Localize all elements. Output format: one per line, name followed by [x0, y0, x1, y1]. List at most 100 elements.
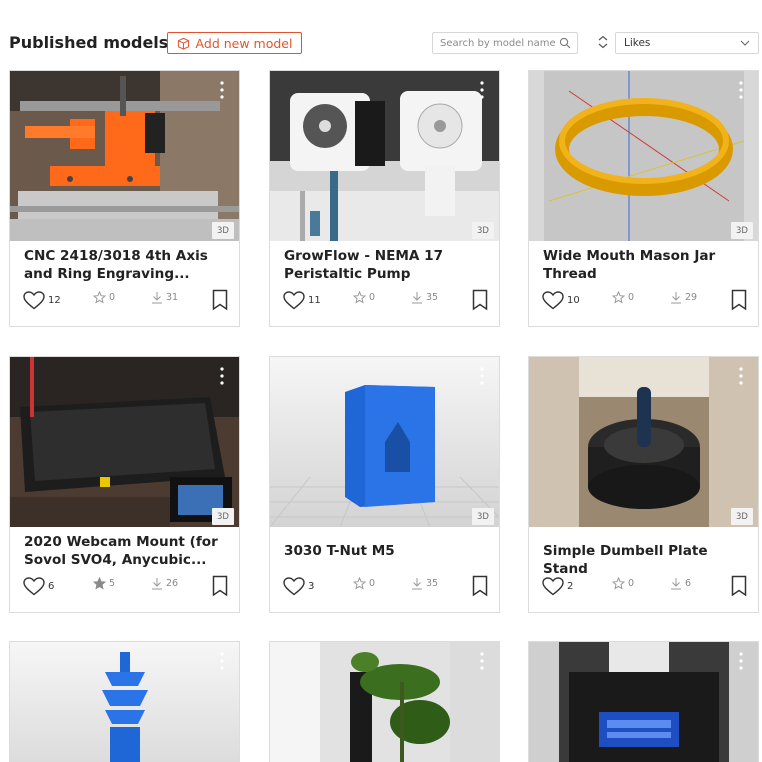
more-options-icon[interactable]	[739, 367, 743, 385]
chevron-down-icon	[740, 40, 750, 46]
more-options-icon[interactable]	[739, 81, 743, 99]
download-stat: 29	[670, 291, 697, 304]
star-rating[interactable]: 0	[353, 577, 375, 590]
model-card[interactable]: 3D Wide Mouth Mason Jar Thread 10 0 29	[528, 70, 759, 327]
model-thumbnail[interactable]	[529, 357, 758, 527]
heart-icon	[283, 577, 305, 596]
model-card[interactable]: 3D 3030 T-Nut M5 3 0 35	[269, 356, 500, 613]
more-options-icon[interactable]	[480, 81, 484, 99]
more-options-icon[interactable]	[220, 652, 224, 670]
star-rating[interactable]: 0	[612, 577, 634, 590]
download-count: 35	[426, 578, 439, 589]
heart-icon	[23, 577, 45, 596]
3d-badge: 3D	[472, 222, 494, 239]
model-card[interactable]: 3D 2020 Webcam Mount (for Sovol SVO4, An…	[9, 356, 240, 613]
model-stats: 10 0 29	[542, 289, 747, 313]
download-count: 35	[426, 292, 439, 303]
model-card[interactable]	[269, 641, 500, 762]
star-count: 0	[109, 292, 116, 303]
star-count: 0	[369, 578, 376, 589]
star-rating[interactable]: 0	[353, 291, 375, 304]
download-stat: 6	[670, 577, 691, 590]
star-icon	[93, 291, 106, 304]
download-count: 29	[685, 292, 698, 303]
model-stats: 6 5 26	[23, 575, 228, 599]
model-card[interactable]: 3D GrowFlow - NEMA 17 Peristaltic Pump 1…	[269, 70, 500, 327]
like-button[interactable]: 2	[542, 577, 573, 596]
more-options-icon[interactable]	[480, 367, 484, 385]
model-stats: 12 0 31	[23, 289, 228, 313]
model-title[interactable]: Simple Dumbell Plate Stand	[543, 542, 748, 578]
download-icon	[671, 292, 681, 304]
3d-badge: 3D	[731, 508, 753, 525]
star-icon	[612, 577, 625, 590]
heart-icon	[542, 291, 564, 310]
model-card[interactable]	[528, 641, 759, 762]
add-new-model-label: Add new model	[195, 35, 293, 51]
3d-badge: 3D	[212, 222, 234, 239]
search-icon[interactable]	[559, 37, 571, 49]
like-count: 12	[48, 295, 61, 306]
model-thumbnail[interactable]	[10, 357, 239, 527]
star-rating[interactable]: 0	[93, 291, 115, 304]
page-title: Published models	[9, 33, 169, 52]
model-thumbnail[interactable]	[529, 71, 758, 241]
like-button[interactable]: 6	[23, 577, 54, 596]
more-options-icon[interactable]	[220, 81, 224, 99]
like-button[interactable]: 12	[23, 291, 61, 310]
model-title[interactable]: 2020 Webcam Mount (for Sovol SVO4, Anycu…	[24, 533, 229, 569]
model-title[interactable]: 3030 T-Nut M5	[284, 542, 489, 560]
model-card[interactable]: 3D CNC 2418/3018 4th Axis and Ring Engra…	[9, 70, 240, 327]
download-stat: 35	[411, 291, 438, 304]
model-card[interactable]: 3D Simple Dumbell Plate Stand 2 0 6	[528, 356, 759, 613]
model-thumbnail[interactable]	[10, 71, 239, 241]
download-icon	[412, 292, 422, 304]
model-thumbnail[interactable]	[270, 642, 499, 762]
heart-icon	[283, 291, 305, 310]
add-new-model-button[interactable]: Add new model	[167, 32, 302, 54]
3d-badge: 3D	[212, 508, 234, 525]
bookmark-icon[interactable]	[472, 289, 488, 311]
3d-badge: 3D	[731, 222, 753, 239]
model-thumbnail[interactable]	[270, 71, 499, 241]
like-button[interactable]: 11	[283, 291, 321, 310]
search-input[interactable]	[433, 33, 555, 53]
model-title[interactable]: GrowFlow - NEMA 17 Peristaltic Pump	[284, 247, 489, 283]
like-count: 6	[48, 581, 55, 592]
heart-icon	[542, 577, 564, 596]
star-rating[interactable]: 0	[612, 291, 634, 304]
like-button[interactable]: 10	[542, 291, 580, 310]
bookmark-icon[interactable]	[731, 289, 747, 311]
star-icon	[353, 577, 366, 590]
sort-select[interactable]: Likes	[615, 32, 759, 54]
more-options-icon[interactable]	[480, 652, 484, 670]
bookmark-icon[interactable]	[212, 575, 228, 597]
heart-icon	[23, 291, 45, 310]
model-thumbnail[interactable]	[10, 642, 239, 762]
star-count: 5	[109, 578, 116, 589]
model-title[interactable]: CNC 2418/3018 4th Axis and Ring Engravin…	[24, 247, 229, 283]
model-thumbnail[interactable]	[270, 357, 499, 527]
more-options-icon[interactable]	[220, 367, 224, 385]
model-thumbnail[interactable]	[529, 642, 758, 762]
like-button[interactable]: 3	[283, 577, 314, 596]
like-count: 2	[567, 581, 574, 592]
bookmark-icon[interactable]	[472, 575, 488, 597]
bookmark-icon[interactable]	[212, 289, 228, 311]
toolbar: Published models Add new model Likes	[0, 0, 762, 70]
download-stat: 31	[151, 291, 178, 304]
star-count: 0	[628, 578, 635, 589]
model-stats: 11 0 35	[283, 289, 488, 313]
star-rating[interactable]: 5	[93, 577, 115, 590]
model-title[interactable]: Wide Mouth Mason Jar Thread	[543, 247, 748, 283]
star-count: 0	[369, 292, 376, 303]
model-stats: 2 0 6	[542, 575, 747, 599]
sort-order-icon[interactable]	[597, 35, 609, 49]
download-count: 31	[166, 292, 179, 303]
like-count: 11	[308, 295, 321, 306]
model-card[interactable]	[9, 641, 240, 762]
more-options-icon[interactable]	[739, 652, 743, 670]
like-count: 10	[567, 295, 580, 306]
bookmark-icon[interactable]	[731, 575, 747, 597]
like-count: 3	[308, 581, 315, 592]
